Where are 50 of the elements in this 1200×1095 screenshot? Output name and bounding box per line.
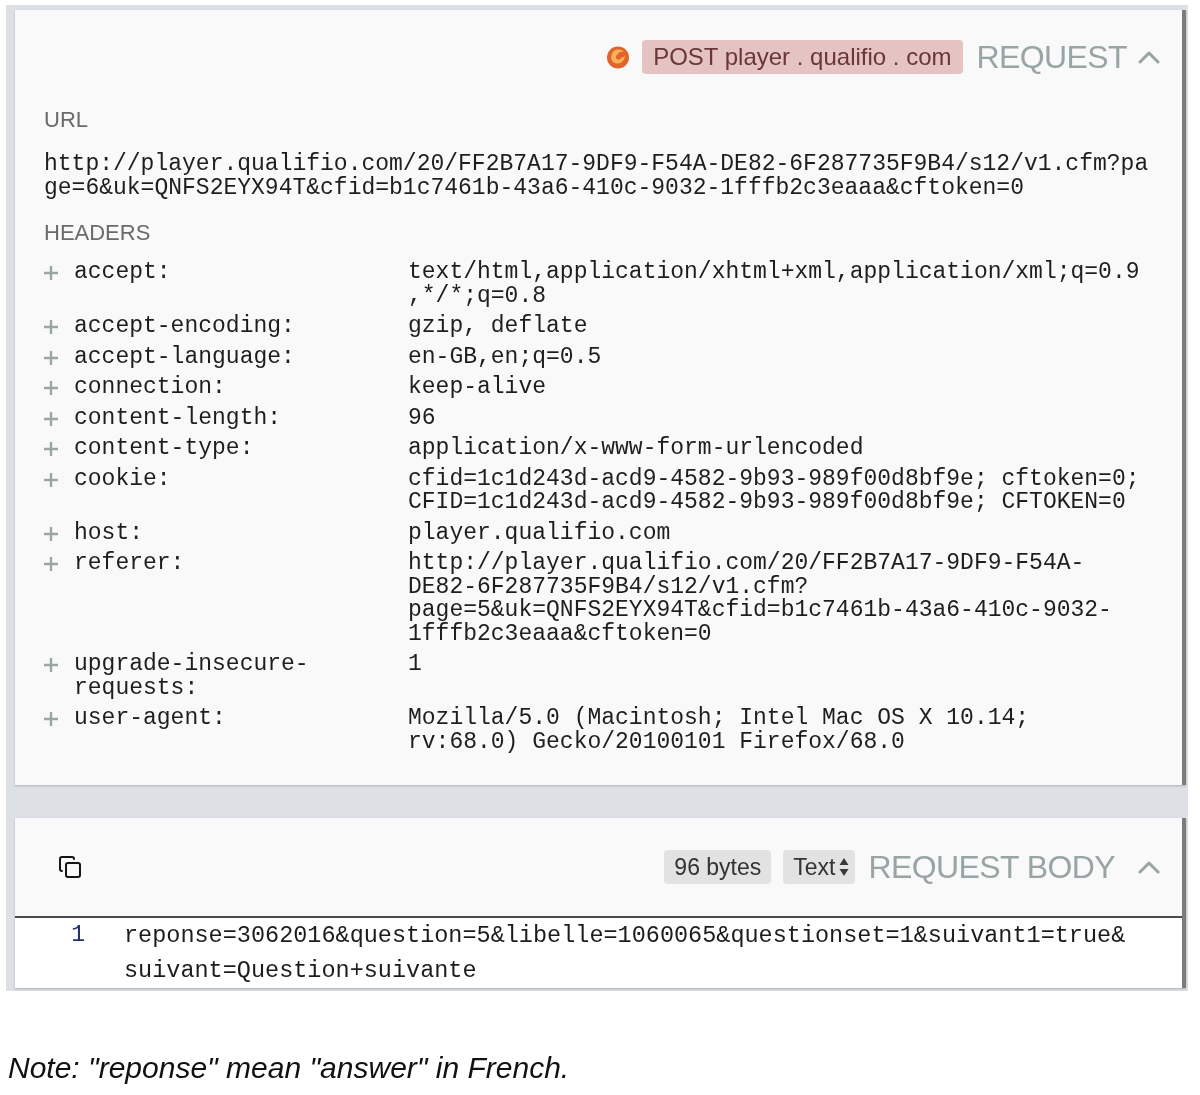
- format-select[interactable]: Text: [783, 850, 855, 884]
- url-text: http://player.qualifio.com/20/FF2B7A17-9DF9-F54A-DE82-6F287735F9B4/s12/v1.cfm?page=6&uk=QNFS2EYX94T&cfid=b1c7461b-43a6-410c-9032-1fffb2c3eaaa&cftoken=0: [44, 152, 1150, 200]
- header-value: 96: [408, 406, 437, 430]
- header-name: host:: [74, 521, 144, 545]
- plus-icon[interactable]: [44, 712, 58, 726]
- plus-icon[interactable]: [44, 442, 58, 456]
- section-label: URL: [44, 107, 89, 133]
- header-name: content-length:: [74, 406, 283, 430]
- header-name: content-type:: [74, 437, 255, 461]
- header-value: http://player.qualifio.com/20/FF2B7A17-9DF9-F54A-DE82-6F287735F9B4/s12/v1.cfm?page=5&uk=QNFS2EYX94T&cfid=b1c7461b-43a6-410c-9032-1fffb2c3eaaa&cftoken=0: [408, 552, 1113, 646]
- header-value: 1: [408, 653, 423, 677]
- up-down-icon: [838, 857, 849, 877]
- line-number: 1: [71, 921, 85, 950]
- header-name: cookie:: [74, 467, 172, 491]
- plus-icon[interactable]: [44, 411, 58, 426]
- header-name: accept-language:: [74, 345, 296, 369]
- method-host-badge: POST player . qualifio . com: [642, 40, 963, 74]
- plus-icon[interactable]: [44, 472, 58, 487]
- header-value: cfid=1c1d243d-acd9-4582-9b93-989f00d8bf9e; cftoken=0; CFID=1c1d243d-acd9-4582-9b93-989f00d8bf9e; CFTOKEN=0: [408, 467, 1141, 515]
- size-badge: 96 bytes: [664, 850, 772, 884]
- header-value: application/x-www-form-urlencoded: [408, 437, 865, 461]
- header-value: gzip, deflate: [408, 315, 589, 339]
- header-name: upgrade-insecure-requests:: [74, 653, 310, 700]
- plus-icon[interactable]: [44, 526, 58, 541]
- header-value: en-GB,en;q=0.5: [408, 345, 603, 369]
- chevron-up-icon[interactable]: [1138, 860, 1160, 874]
- copy-icon[interactable]: [58, 855, 82, 879]
- plus-icon[interactable]: [44, 658, 58, 672]
- plus-icon[interactable]: [44, 557, 58, 571]
- plus-icon[interactable]: [44, 350, 58, 365]
- header-name: user-agent:: [74, 707, 227, 731]
- panel-title: REQUEST: [976, 40, 1127, 74]
- header-value: player.qualifio.com: [408, 521, 672, 545]
- note-text: Note: "reponse" mean "answer" in French.: [8, 1050, 571, 1086]
- header-value: keep-alive: [408, 376, 548, 400]
- header-name: accept-encoding:: [74, 315, 296, 339]
- panel-title: REQUEST BODY: [868, 850, 1115, 884]
- plus-icon[interactable]: [44, 320, 58, 334]
- plus-icon[interactable]: [44, 381, 58, 395]
- swirl-logo-icon: [606, 45, 631, 69]
- plus-icon[interactable]: [44, 266, 58, 280]
- code-editor[interactable]: 1 reponse=3062016&question=5&libelle=1060065&questionset=1&suivant1=true&suivant=Question+suivante: [15, 916, 1182, 988]
- header-name: referer:: [74, 552, 186, 576]
- header-value: text/html,application/xhtml+xml,application/xml;q=0.9,*/*;q=0.8: [408, 261, 1141, 308]
- header-name: accept:: [74, 261, 172, 285]
- header-value: Mozilla/5.0 (Macintosh; Intel Mac OS X 10.14; rv:68.0) Gecko/20100101 Firefox/68.0: [408, 707, 1031, 754]
- section-label: HEADERS: [44, 220, 152, 246]
- header-name: connection:: [74, 376, 227, 400]
- chevron-up-icon[interactable]: [1138, 50, 1160, 64]
- code-line: reponse=3062016&question=5&libelle=1060065&questionset=1&suivant1=true&suivant=Question+suivante: [124, 921, 1127, 986]
